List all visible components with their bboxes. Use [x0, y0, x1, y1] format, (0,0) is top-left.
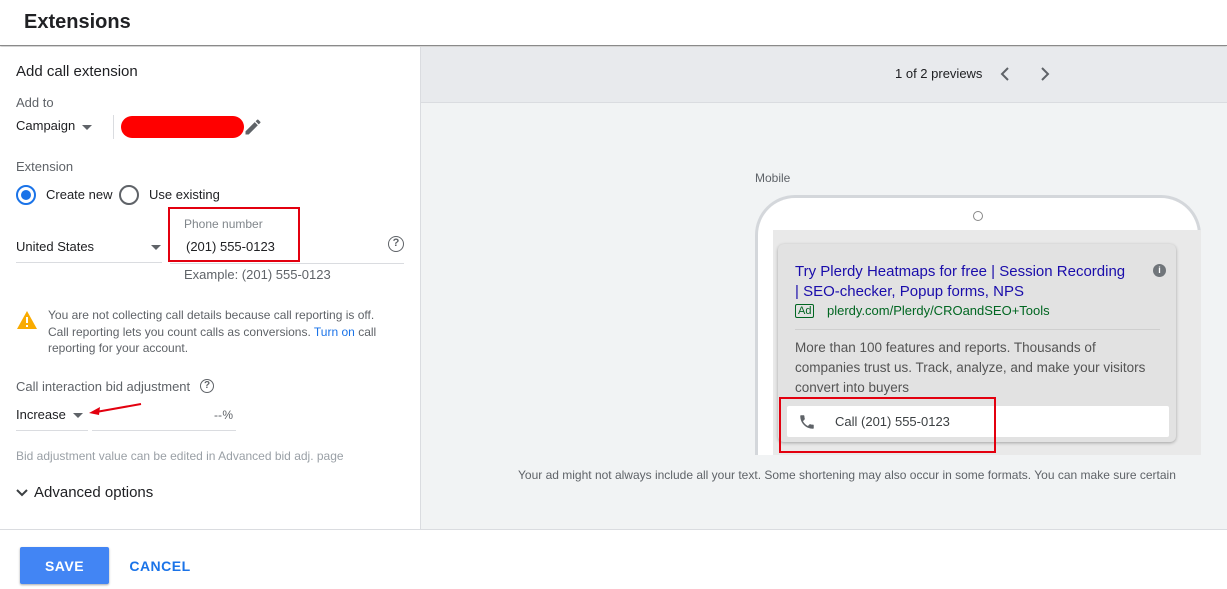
divider [113, 115, 114, 139]
ad-description-line-1: More than 100 features and reports. Thou… [795, 340, 1096, 355]
cancel-button[interactable]: CANCEL [120, 547, 200, 584]
bid-direction-select[interactable]: Increase [16, 403, 88, 431]
extension-form-panel: Add call extension Add to Campaign Exten… [0, 47, 421, 529]
bid-unit: % [222, 408, 233, 422]
warning-icon [16, 310, 38, 330]
annotation-box-call [779, 397, 996, 453]
country-select[interactable]: United States [16, 235, 162, 263]
bid-direction-value: Increase [16, 407, 66, 422]
annotation-box-phone [168, 207, 300, 262]
warning-message: You are not collecting call details beca… [48, 307, 408, 357]
info-icon[interactable]: i [1153, 264, 1166, 277]
chevron-down-icon [151, 245, 161, 250]
bid-value: -- [214, 408, 222, 422]
extension-label: Extension [16, 159, 74, 174]
ad-display-url: plerdy.com/Plerdy/CROandSEO+Tools [827, 303, 1050, 318]
chevron-down-icon [73, 413, 83, 418]
device-label: Mobile [755, 171, 791, 185]
redacted-campaign-name [121, 116, 244, 138]
edit-pencil-icon[interactable] [243, 117, 263, 137]
page-title: Extensions [24, 11, 131, 33]
ad-badge: Ad [795, 304, 815, 318]
preview-toolbar: 1 of 2 previews [421, 47, 1227, 103]
divider [795, 329, 1160, 330]
chevron-left-icon[interactable] [998, 66, 1012, 82]
preview-panel: 1 of 2 previews Mobile Try Plerdy Heatma… [421, 47, 1227, 529]
use-existing-label: Use existing [149, 187, 220, 202]
ad-headline-line-2: | SEO-checker, Popup forms, NPS [795, 283, 1024, 300]
use-existing-radio[interactable] [119, 185, 139, 205]
annotation-arrow [89, 403, 142, 415]
warning-line-3: reporting for your account. [48, 341, 189, 355]
page-header: Extensions [0, 0, 1227, 46]
ad-description-line-2: companies trust us. Track, analyze, and … [795, 360, 1146, 375]
save-button[interactable]: SAVE [20, 547, 109, 584]
chevron-down-icon [82, 125, 92, 130]
bid-adjustment-label: Call interaction bid adjustment [16, 379, 191, 394]
help-icon[interactable]: ? [200, 379, 214, 393]
warning-line-2: Call reporting lets you count calls as c… [48, 324, 408, 341]
advanced-options-label: Advanced options [34, 484, 154, 501]
preview-counter: 1 of 2 previews [895, 66, 983, 81]
ad-headline[interactable]: Try Plerdy Heatmaps for free | Session R… [795, 262, 1125, 302]
create-new-radio[interactable] [16, 185, 36, 205]
camera-dot [973, 211, 983, 221]
chevron-right-icon[interactable] [1038, 66, 1052, 82]
create-new-label: Create new [46, 187, 113, 202]
add-to-label: Add to [16, 95, 54, 110]
country-value: United States [16, 239, 95, 254]
turn-on-link[interactable]: Turn on [314, 325, 355, 339]
warning-line-2-end: call [358, 324, 377, 339]
add-to-value: Campaign [16, 118, 76, 133]
chevron-down-icon [16, 489, 28, 497]
phone-example: Example: (201) 555-0123 [184, 267, 331, 282]
form-title: Add call extension [16, 63, 138, 80]
warning-line-2-text: Call reporting lets you count calls as c… [48, 324, 311, 339]
phone-underline [170, 263, 404, 264]
preview-disclaimer: Your ad might not always include all you… [518, 468, 1176, 482]
ad-description-line-3: convert into buyers [795, 380, 910, 395]
ad-description: More than 100 features and reports. Thou… [795, 338, 1145, 398]
add-to-dropdown[interactable]: Campaign [16, 117, 100, 139]
help-icon[interactable]: ? [388, 236, 404, 252]
bid-adjustment-note: Bid adjustment value can be edited in Ad… [16, 449, 344, 463]
warning-line-1: You are not collecting call details beca… [48, 308, 375, 322]
form-footer: SAVE CANCEL [0, 529, 1227, 589]
ad-headline-line-1: Try Plerdy Heatmaps for free | Session R… [795, 263, 1126, 280]
